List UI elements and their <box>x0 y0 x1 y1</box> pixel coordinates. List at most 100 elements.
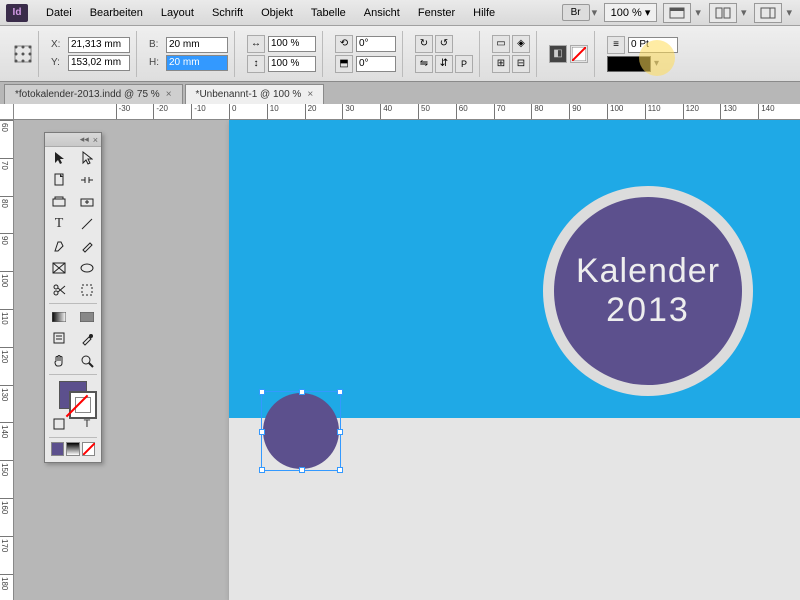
rotate-field[interactable] <box>356 36 396 52</box>
tools-panel[interactable]: ◂◂ × T <box>44 132 102 463</box>
screen-mode-dropdown-icon[interactable]: ▾ <box>693 6 703 19</box>
ellipse-tool[interactable] <box>73 257 101 279</box>
free-transform-tool[interactable] <box>73 279 101 301</box>
eyedropper-tool[interactable] <box>73 328 101 350</box>
line-tool[interactable] <box>73 213 101 235</box>
p-icon[interactable]: P <box>455 55 473 73</box>
resize-handle-se[interactable] <box>337 467 343 473</box>
close-icon[interactable]: × <box>93 135 98 145</box>
scale-y-field[interactable] <box>268 56 316 72</box>
scale-y-icon: ↕ <box>247 55 265 73</box>
height-field[interactable] <box>166 55 228 71</box>
gap-tool[interactable] <box>73 169 101 191</box>
content-collector-tool[interactable] <box>45 191 73 213</box>
fit-content-icon[interactable]: ⊞ <box>492 55 510 73</box>
bridge-dropdown-icon[interactable]: ▾ <box>592 6 602 19</box>
flip-h-icon[interactable]: ⇋ <box>415 55 433 73</box>
page-tool[interactable] <box>45 169 73 191</box>
select-content-icon[interactable]: ◈ <box>512 35 530 53</box>
apply-gradient-button[interactable] <box>66 442 79 456</box>
document-tab-2[interactable]: *Unbenannt-1 @ 100 %× <box>185 84 325 104</box>
width-field[interactable] <box>166 37 228 53</box>
rectangle-frame-tool[interactable] <box>45 257 73 279</box>
menu-fenster[interactable]: Fenster <box>410 3 463 23</box>
resize-handle-sw[interactable] <box>259 467 265 473</box>
calendar-title-line1: Kalender <box>576 252 720 291</box>
fill-swatch-icon[interactable]: ◧ <box>549 45 567 63</box>
menu-layout[interactable]: Layout <box>153 3 202 23</box>
resize-handle-w[interactable] <box>259 429 265 435</box>
close-icon[interactable]: × <box>307 89 313 100</box>
ruler-origin[interactable] <box>0 104 14 120</box>
selection-tool[interactable] <box>45 147 73 169</box>
stroke-weight-icon: ≡ <box>607 36 625 54</box>
horizontal-ruler[interactable]: -30-20-100102030405060708090100110120130… <box>14 104 800 120</box>
reference-point-proxy[interactable] <box>8 31 39 77</box>
stroke-color-swatch[interactable] <box>69 391 97 419</box>
width-label: B: <box>149 39 163 50</box>
arrange-documents-button[interactable] <box>709 3 737 23</box>
scale-x-icon: ↔ <box>247 35 265 53</box>
calendar-badge-outer: Kalender 2013 <box>543 186 753 396</box>
collapse-icon[interactable]: ◂◂ <box>80 134 89 145</box>
tools-panel-header[interactable]: ◂◂ × <box>45 133 101 147</box>
menu-datei[interactable]: Datei <box>38 3 80 23</box>
gradient-feather-tool[interactable] <box>73 306 101 328</box>
height-label: H: <box>149 57 163 68</box>
menu-ansicht[interactable]: Ansicht <box>356 3 408 23</box>
hand-tool[interactable] <box>45 350 73 372</box>
type-tool[interactable]: T <box>45 213 73 235</box>
direct-selection-tool[interactable] <box>73 147 101 169</box>
pen-tool[interactable] <box>45 235 73 257</box>
fill-stroke-proxy[interactable] <box>45 377 101 413</box>
rotate-icon: ⟲ <box>335 35 353 53</box>
resize-handle-nw[interactable] <box>259 389 265 395</box>
screen-mode-button[interactable] <box>663 3 691 23</box>
control-panel: X: Y: B: H: ↔ ↕ ⟲ ⬒ ↻ ↺ ⇋ ⇵ P ▭ ◈ ⊞ ⊟ <box>0 26 800 82</box>
arrange-dropdown-icon[interactable]: ▾ <box>739 6 749 19</box>
shear-field[interactable] <box>356 56 396 72</box>
scissors-tool[interactable] <box>45 279 73 301</box>
resize-handle-e[interactable] <box>337 429 343 435</box>
document-tab-bar: *fotokalender-2013.indd @ 75 %× *Unbenan… <box>0 82 800 104</box>
menu-tabelle[interactable]: Tabelle <box>303 3 354 23</box>
apply-none-button[interactable] <box>82 442 95 456</box>
y-label: Y: <box>51 57 65 68</box>
scale-x-field[interactable] <box>268 36 316 52</box>
workspace-switcher-button[interactable] <box>754 3 782 23</box>
close-icon[interactable]: × <box>166 89 172 100</box>
menu-hilfe[interactable]: Hilfe <box>465 3 503 23</box>
stroke-none-icon[interactable] <box>570 45 588 63</box>
document-tab-1[interactable]: *fotokalender-2013.indd @ 75 %× <box>4 84 183 104</box>
rotate-cw-icon[interactable]: ↻ <box>415 35 433 53</box>
menu-bar: Id Datei Bearbeiten Layout Schrift Objek… <box>0 0 800 26</box>
note-tool[interactable] <box>45 328 73 350</box>
zoom-level-select[interactable]: 100 % ▾ <box>604 3 658 22</box>
selection-bounding-box[interactable] <box>261 391 341 471</box>
bridge-button[interactable]: Br <box>562 4 590 21</box>
stroke-weight-field[interactable] <box>628 37 678 53</box>
menu-objekt[interactable]: Objekt <box>253 3 301 23</box>
x-field[interactable] <box>68 37 130 53</box>
rotate-ccw-icon[interactable]: ↺ <box>435 35 453 53</box>
stroke-style-swatch[interactable] <box>607 56 651 72</box>
resize-handle-n[interactable] <box>299 389 305 395</box>
gradient-swatch-tool[interactable] <box>45 306 73 328</box>
workspace-dropdown-icon[interactable]: ▾ <box>784 6 794 19</box>
menu-bearbeiten[interactable]: Bearbeiten <box>82 3 151 23</box>
apply-color-button[interactable] <box>51 442 64 456</box>
stroke-style-dropdown-icon[interactable]: ▾ <box>654 58 659 69</box>
vertical-ruler[interactable]: 60708090100110120130140150160170180190 <box>0 120 14 600</box>
flip-v-icon[interactable]: ⇵ <box>435 55 453 73</box>
resize-handle-s[interactable] <box>299 467 305 473</box>
pencil-tool[interactable] <box>73 235 101 257</box>
document-workspace[interactable]: Kalender 2013 ◂◂ × T <box>14 120 800 600</box>
calendar-title-line2: 2013 <box>606 291 690 330</box>
zoom-tool[interactable] <box>73 350 101 372</box>
y-field[interactable] <box>68 55 130 71</box>
content-placer-tool[interactable] <box>73 191 101 213</box>
menu-schrift[interactable]: Schrift <box>204 3 251 23</box>
fit-frame-icon[interactable]: ⊟ <box>512 55 530 73</box>
select-container-icon[interactable]: ▭ <box>492 35 510 53</box>
resize-handle-ne[interactable] <box>337 389 343 395</box>
